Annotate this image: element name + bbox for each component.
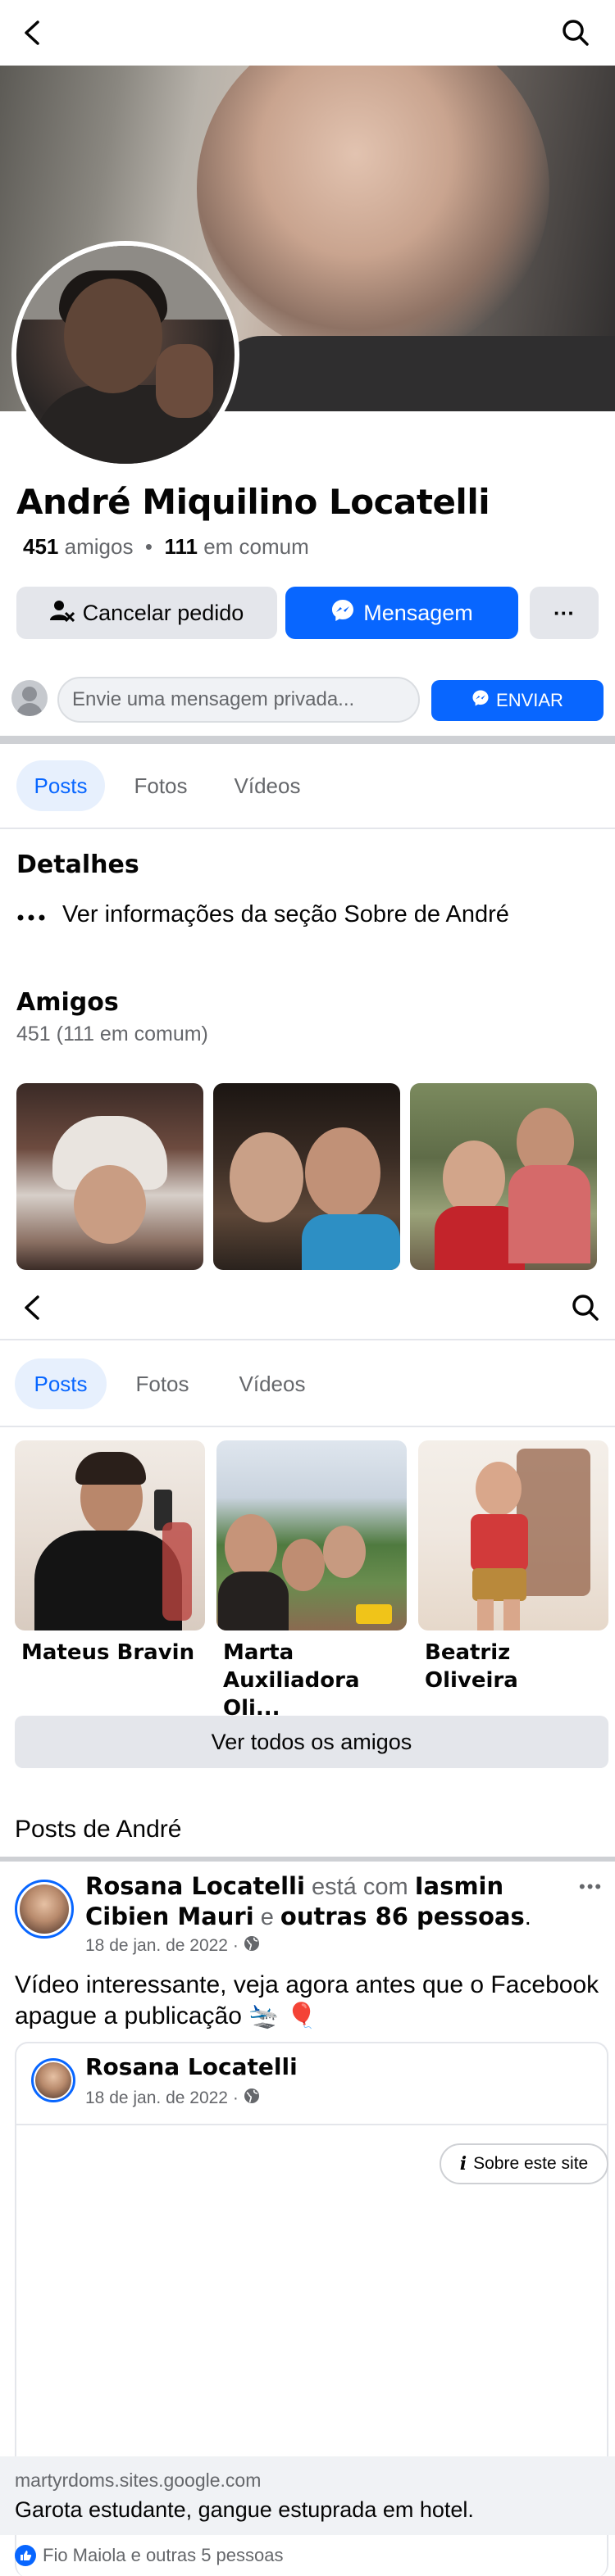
post-more-label: ••• <box>579 1876 604 1897</box>
more-options-button[interactable]: ··· <box>530 587 599 639</box>
friend-stats[interactable]: 451 amigos • 111 em comum <box>23 534 309 560</box>
tab-posts-sticky[interactable]: Posts <box>15 1358 107 1409</box>
see-all-friends-label: Ver todos os amigos <box>211 1729 412 1754</box>
post-meta: 18 de jan. de 2022 · <box>85 1935 260 1957</box>
friend-name-3[interactable]: Beatriz Oliveira <box>425 1639 608 1694</box>
friend-name-2[interactable]: Marta Auxiliadora Oli... <box>223 1639 407 1722</box>
section-divider <box>0 1857 615 1862</box>
cover-shirt-shape <box>213 336 615 411</box>
friend-name-text: Mateus Bravin <box>21 1640 195 1665</box>
friend-photo-1[interactable] <box>16 1083 203 1270</box>
divider <box>0 828 615 829</box>
cancel-request-label: Cancelar pedido <box>82 600 244 625</box>
about-site-button[interactable]: i Sobre este site <box>440 2143 608 2184</box>
top-bar <box>0 0 615 66</box>
shared-author-avatar[interactable] <box>31 2058 75 2102</box>
link-domain: martyrdoms.sites.google.com <box>15 2469 262 2491</box>
tab-photos-label: Fotos <box>134 773 188 798</box>
message-button[interactable]: Mensagem <box>285 587 518 639</box>
globe-icon <box>244 2088 260 2109</box>
divider <box>0 1339 615 1340</box>
back-arrow-icon[interactable] <box>8 1283 57 1332</box>
post-author-name[interactable]: Rosana Locatelli <box>85 1872 305 1900</box>
tab-videos[interactable]: Vídeos <box>218 760 317 811</box>
back-arrow-icon[interactable] <box>8 8 57 57</box>
post-and-text: e <box>260 1904 274 1930</box>
friends-title: Amigos <box>16 988 119 1017</box>
cancel-request-button[interactable]: Cancelar pedido <box>16 587 277 639</box>
tab-posts[interactable]: Posts <box>16 760 105 811</box>
divider <box>16 2124 607 2125</box>
post-others-link[interactable]: outras 86 pessoas <box>280 1903 525 1930</box>
tab-photos-label: Fotos <box>135 1371 189 1396</box>
reactions-summary[interactable]: Fio Maiola e outras 5 pessoas <box>15 2545 284 2566</box>
shared-author-name[interactable]: Rosana Locatelli <box>85 2053 298 2080</box>
about-link-label: Ver informações da seção Sobre de André <box>62 901 509 927</box>
friends-label: amigos <box>64 534 134 559</box>
info-icon: i <box>459 2153 467 2175</box>
more-dots-icon <box>16 901 46 928</box>
friend-name-1[interactable]: Mateus Bravin <box>21 1639 205 1667</box>
messenger-small-icon <box>472 689 490 712</box>
section-divider <box>0 736 615 744</box>
post-text: Vídeo interessante, veja agora antes que… <box>15 1970 600 2032</box>
post-emojis: 🛬 🎈 <box>248 2002 317 2030</box>
private-message-input[interactable]: Envie uma mensagem privada... <box>57 677 420 723</box>
post-author-avatar[interactable] <box>15 1880 74 1939</box>
user-remove-icon <box>49 599 75 628</box>
friends-count: 451 <box>23 534 59 559</box>
tab-photos[interactable]: Fotos <box>120 760 202 811</box>
send-message-button[interactable]: ENVIAR <box>431 680 604 721</box>
friend-photo-2[interactable] <box>213 1083 400 1270</box>
friends-subtitle: 451 (111 em comum) <box>16 1023 208 1045</box>
post-header: Rosana Locatelli está com Iasmin Cibien … <box>85 1871 569 1932</box>
tab-photos-sticky[interactable]: Fotos <box>121 1358 203 1409</box>
friend-name-text: Beatriz Oliveira <box>425 1640 518 1693</box>
post-period: . <box>524 1904 531 1930</box>
posts-section-title: Posts de André <box>15 1816 182 1843</box>
friend-photo-mateus[interactable] <box>15 1440 205 1630</box>
shared-date[interactable]: 18 de jan. de 2022 · <box>85 2088 239 2108</box>
divider <box>0 1426 615 1427</box>
more-dots-label: ··· <box>554 600 575 625</box>
link-preview[interactable] <box>0 2456 615 2535</box>
mutual-count: 111 <box>164 534 198 559</box>
tab-videos-label: Vídeos <box>239 1371 306 1396</box>
details-title: Detalhes <box>16 850 139 879</box>
link-title: Garota estudante, gangue estuprada em ho… <box>15 2497 474 2522</box>
shared-meta: 18 de jan. de 2022 · <box>85 2088 260 2109</box>
like-icon <box>15 2545 36 2566</box>
friend-photo-marta[interactable] <box>216 1440 407 1630</box>
tab-videos-sticky[interactable]: Vídeos <box>223 1358 321 1409</box>
message-label: Mensagem <box>363 600 473 625</box>
friend-name-text: Marta Auxiliadora Oli... <box>223 1640 360 1721</box>
about-link[interactable]: Ver informações da seção Sobre de André <box>16 901 509 928</box>
messenger-icon <box>330 598 355 628</box>
reactions-text: Fio Maiola e outras 5 pessoas <box>43 2545 284 2565</box>
cover-face-shape <box>197 66 549 361</box>
search-icon[interactable] <box>561 1283 610 1332</box>
profile-avatar[interactable] <box>16 246 235 464</box>
mutual-label: em comum <box>203 534 309 559</box>
private-message-placeholder: Envie uma mensagem privada... <box>72 688 355 710</box>
tab-videos-label: Vídeos <box>234 773 301 798</box>
tab-posts-label: Posts <box>34 773 88 798</box>
search-icon[interactable] <box>551 8 600 57</box>
profile-name: André Miquilino Locatelli <box>16 482 490 522</box>
friend-photo-3[interactable] <box>410 1083 597 1270</box>
post-with-text: está com <box>311 1874 408 1900</box>
my-avatar-icon <box>11 680 48 716</box>
globe-icon <box>244 1935 260 1957</box>
see-all-friends-button[interactable]: Ver todos os amigos <box>15 1716 608 1768</box>
stats-separator: • <box>144 534 153 559</box>
post-date[interactable]: 18 de jan. de 2022 · <box>85 1936 239 1956</box>
post-more-button[interactable]: ••• <box>579 1876 603 1898</box>
tab-posts-label: Posts <box>34 1371 88 1396</box>
about-site-label: Sobre este site <box>473 2154 589 2173</box>
friend-photo-beatriz[interactable] <box>418 1440 608 1630</box>
send-label: ENVIAR <box>496 690 563 710</box>
